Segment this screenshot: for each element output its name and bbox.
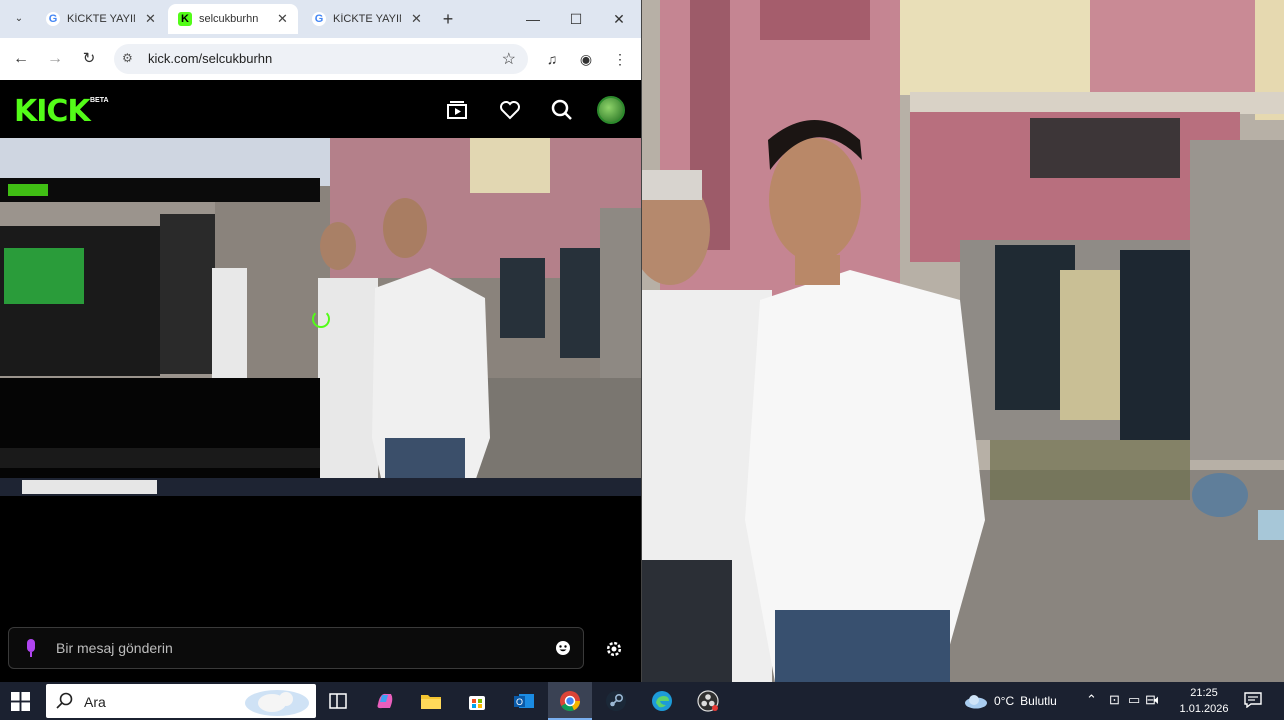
back-button[interactable]: ←	[10, 48, 32, 70]
weather-temp: 0°C	[994, 694, 1015, 708]
new-tab-button[interactable]: +	[437, 8, 459, 30]
media-controls-icon[interactable]: ♫	[541, 48, 563, 70]
bookmark-star-icon[interactable]: ☆	[502, 49, 516, 69]
svg-text:O: O	[516, 697, 523, 707]
tab-title: KİCKTE YAYIN	[333, 13, 401, 25]
chat-input[interactable]: Bir mesaj gönderin	[8, 627, 584, 669]
close-icon[interactable]: ✕	[277, 11, 288, 27]
notification-center-icon[interactable]	[1244, 692, 1262, 708]
volume-icon[interactable]: 🔈︎	[1154, 692, 1162, 708]
weather-widget[interactable]: 0°C Bulutlu	[964, 693, 1057, 709]
google-icon: G	[46, 12, 60, 26]
profile-icon[interactable]: ◉	[575, 48, 597, 70]
chat-panel: Bir mesaj gönderin	[0, 496, 641, 682]
kick-logo[interactable]: KICK	[14, 94, 91, 129]
minimize-button[interactable]: —	[522, 8, 544, 30]
weather-text: Bulutlu	[1020, 694, 1057, 708]
device-icon[interactable]: ⊡	[1109, 692, 1120, 708]
taskbar-search-box[interactable]: Ara	[46, 684, 316, 718]
tab-search-icon[interactable]: ⌄	[8, 8, 30, 30]
tab-title: selcukburhn	[199, 13, 259, 25]
outlook-icon[interactable]: O	[502, 682, 546, 720]
file-explorer-icon[interactable]	[409, 682, 453, 720]
edge-icon[interactable]	[640, 682, 684, 720]
battery-icon[interactable]: ▭	[1128, 692, 1140, 708]
copilot-icon[interactable]	[363, 682, 407, 720]
search-icon	[56, 692, 73, 709]
system-clock[interactable]: 21:25 1.01.2026	[1176, 685, 1232, 717]
chrome-icon[interactable]	[548, 682, 592, 720]
tab-kickte-yayin-1[interactable]: G KİCKTE YAYIN ✕	[36, 4, 166, 34]
loading-spinner	[312, 310, 330, 328]
obs-icon[interactable]	[686, 682, 730, 720]
heart-icon[interactable]	[498, 98, 522, 122]
chrome-window: ⌄ G KİCKTE YAYIN ✕ K selcukburhn ✕ G KİC…	[0, 0, 642, 682]
close-icon[interactable]: ✕	[145, 11, 156, 27]
tab-selcukburhn[interactable]: K selcukburhn ✕	[168, 4, 298, 34]
task-view-icon[interactable]	[316, 682, 360, 720]
search-icon[interactable]	[550, 98, 574, 122]
following-icon[interactable]	[445, 98, 469, 122]
browser-toolbar: ← → ↻ ⚙ kick.com/selcukburhn ☆ ♫ ◉ ⋮	[0, 38, 641, 80]
kick-header: KICK BETA	[0, 82, 641, 138]
search-highlight-illustration-icon	[245, 690, 309, 716]
steam-icon[interactable]	[594, 682, 638, 720]
microsoft-store-icon[interactable]	[455, 682, 499, 720]
beta-badge: BETA	[90, 97, 109, 104]
clock-time: 21:25	[1190, 687, 1218, 699]
reload-button[interactable]: ↻	[78, 48, 100, 70]
site-info-icon[interactable]: ⚙	[122, 51, 133, 65]
emoji-icon[interactable]	[555, 640, 571, 656]
menu-icon[interactable]: ⋮	[609, 48, 631, 70]
maximize-button[interactable]: ☐	[565, 8, 587, 30]
stream-player[interactable]	[0, 138, 641, 496]
clock-date: 1.01.2026	[1179, 703, 1229, 715]
url-text: kick.com/selcukburhn	[148, 51, 273, 66]
search-placeholder: Ara	[84, 694, 106, 710]
microphone-icon[interactable]	[25, 639, 37, 657]
google-icon: G	[312, 12, 326, 26]
windows-taskbar: Ara O 0°C Bulutlu ⌃ ⊡ ▭ ⊟ 🔈︎ 21:25 1.01.…	[0, 682, 1284, 720]
tab-kickte-yayin-2[interactable]: G KİCKTE YAYIN ✕	[302, 4, 432, 34]
tab-strip: ⌄ G KİCKTE YAYIN ✕ K selcukburhn ✕ G KİC…	[0, 0, 641, 38]
chat-placeholder: Bir mesaj gönderin	[56, 640, 173, 656]
tab-title: KİCKTE YAYIN	[67, 13, 135, 25]
kick-icon: K	[178, 12, 192, 26]
cloud-icon	[965, 695, 987, 709]
forward-button[interactable]: →	[44, 48, 66, 70]
user-avatar[interactable]	[597, 96, 625, 124]
windows-start-icon[interactable]	[11, 692, 30, 711]
address-bar[interactable]: ⚙ kick.com/selcukburhn ☆	[114, 44, 528, 74]
chat-settings-icon[interactable]	[604, 639, 624, 659]
chevron-up-icon[interactable]: ⌃	[1086, 692, 1097, 708]
close-icon[interactable]: ✕	[411, 11, 422, 27]
close-window-button[interactable]: ✕	[608, 8, 630, 30]
